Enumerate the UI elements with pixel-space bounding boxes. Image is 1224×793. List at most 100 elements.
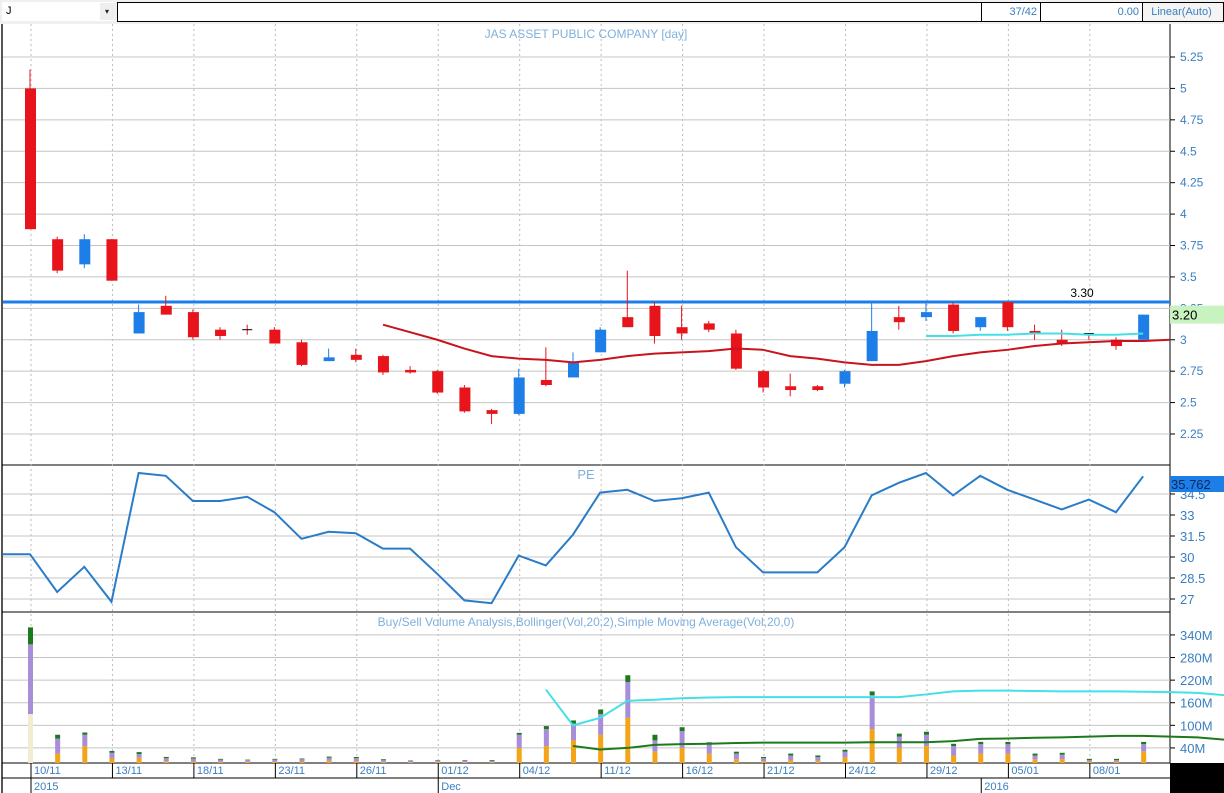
- volume-other-segment: [299, 758, 305, 760]
- volume-other-segment: [1114, 758, 1119, 760]
- volume-other-segment: [896, 733, 902, 737]
- candle[interactable]: [595, 329, 607, 353]
- candle[interactable]: [52, 239, 64, 271]
- volume-other-segment: [326, 756, 332, 758]
- volume-buy-segment: [896, 747, 902, 763]
- volume-sell-segment: [706, 744, 712, 754]
- candle[interactable]: [377, 356, 389, 373]
- volume-buy-segment: [951, 755, 957, 763]
- pe-title: PE: [577, 467, 595, 482]
- volume-sell-segment: [136, 753, 142, 758]
- candle[interactable]: [215, 329, 227, 336]
- candle[interactable]: [975, 317, 987, 328]
- candle[interactable]: [893, 317, 905, 323]
- date-label: 08/01: [1093, 765, 1121, 777]
- volume-tick-label: 40M: [1180, 741, 1205, 756]
- volume-other-segment: [951, 743, 957, 747]
- price-tick-label: 4.75: [1180, 113, 1204, 127]
- volume-tick-label: 100M: [1180, 718, 1213, 733]
- volume-sell-segment: [435, 760, 441, 762]
- volume-buy-segment: [842, 757, 848, 763]
- candle[interactable]: [758, 371, 770, 388]
- price-tick-label: 2.5: [1180, 396, 1197, 410]
- date-label: 16/12: [686, 765, 714, 777]
- volume-other-segment: [1032, 753, 1038, 756]
- pe-last-label: 35.762: [1171, 477, 1211, 492]
- candle[interactable]: [568, 362, 579, 378]
- candle[interactable]: [839, 371, 851, 384]
- volume-sell-segment: [788, 755, 794, 760]
- volume-buy-segment: [543, 746, 549, 763]
- pe-tick-label: 27: [1180, 592, 1194, 607]
- volume-buy-segment: [55, 753, 61, 763]
- candle[interactable]: [540, 379, 552, 385]
- candle[interactable]: [866, 330, 878, 362]
- volume-sell-segment: [218, 759, 224, 762]
- volume-sell-segment: [923, 734, 929, 747]
- volume-other-segment: [1059, 752, 1065, 755]
- volume-buy-segment: [272, 761, 278, 763]
- period-label: 2015: [34, 781, 58, 793]
- volume-sell-segment: [951, 746, 957, 756]
- volume-sell-segment: [353, 758, 359, 762]
- candle[interactable]: [920, 312, 932, 318]
- date-label: 10/11: [34, 765, 61, 777]
- candle[interactable]: [703, 323, 715, 330]
- candle[interactable]: [350, 354, 362, 360]
- volume-buy-segment: [869, 729, 875, 763]
- volume-other-segment: [761, 756, 767, 759]
- candle[interactable]: [323, 357, 335, 362]
- volume-other-segment: [28, 627, 33, 645]
- volume-other-segment: [516, 732, 522, 735]
- candle[interactable]: [948, 304, 960, 331]
- volume-buy-segment: [1141, 751, 1147, 763]
- volume-buy-segment: [408, 762, 414, 763]
- volume-sell-segment: [733, 753, 739, 760]
- chart-area[interactable]: JAS ASSET PUBLIC COMPANY [day] 5.25 5 4.75 4…: [0, 0, 1224, 793]
- candle[interactable]: [812, 386, 824, 391]
- candle[interactable]: [730, 333, 742, 369]
- volume-other-segment: [82, 732, 88, 735]
- candle[interactable]: [513, 377, 525, 414]
- candle[interactable]: [160, 305, 172, 315]
- volume-buy-segment: [163, 761, 169, 763]
- volume-buy-segment: [218, 761, 224, 763]
- volume-buy-segment: [733, 759, 739, 763]
- candle[interactable]: [133, 312, 145, 334]
- volume-other-segment: [353, 756, 359, 759]
- candle[interactable]: [187, 312, 199, 338]
- date-label: 13/11: [115, 765, 142, 777]
- volume-sell-segment: [1086, 759, 1092, 762]
- candle[interactable]: [649, 305, 661, 336]
- volume-other-segment: [380, 759, 386, 760]
- candle[interactable]: [1138, 314, 1150, 340]
- candle[interactable]: [459, 387, 471, 412]
- volume-buy-segment: [788, 759, 794, 763]
- volume-sell-segment: [408, 760, 414, 763]
- volume-sell-segment: [28, 644, 33, 715]
- volume-buy-segment: [571, 740, 576, 763]
- volume-other-segment: [136, 752, 142, 754]
- volume-buy-segment: [353, 761, 359, 763]
- date-label: 05/01: [1011, 765, 1039, 777]
- candle[interactable]: [79, 239, 91, 265]
- volume-buy-segment: [82, 746, 88, 763]
- candle[interactable]: [785, 386, 797, 391]
- candle[interactable]: [432, 371, 444, 393]
- candle[interactable]: [296, 342, 308, 365]
- candle[interactable]: [405, 369, 417, 373]
- volume-other-segment: [923, 731, 929, 735]
- volume-sell-segment: [761, 758, 767, 762]
- volume-other-segment: [815, 755, 821, 757]
- candle[interactable]: [486, 410, 498, 414]
- candle[interactable]: [25, 88, 36, 230]
- candle[interactable]: [1002, 302, 1014, 328]
- candle[interactable]: [269, 329, 281, 344]
- volume-buy-segment: [190, 761, 196, 763]
- volume-other-segment: [218, 758, 224, 760]
- candle[interactable]: [622, 317, 634, 328]
- volume-other-segment: [543, 726, 549, 730]
- volume-buy-segment: [516, 747, 522, 763]
- candle[interactable]: [106, 239, 118, 281]
- candle[interactable]: [676, 327, 688, 334]
